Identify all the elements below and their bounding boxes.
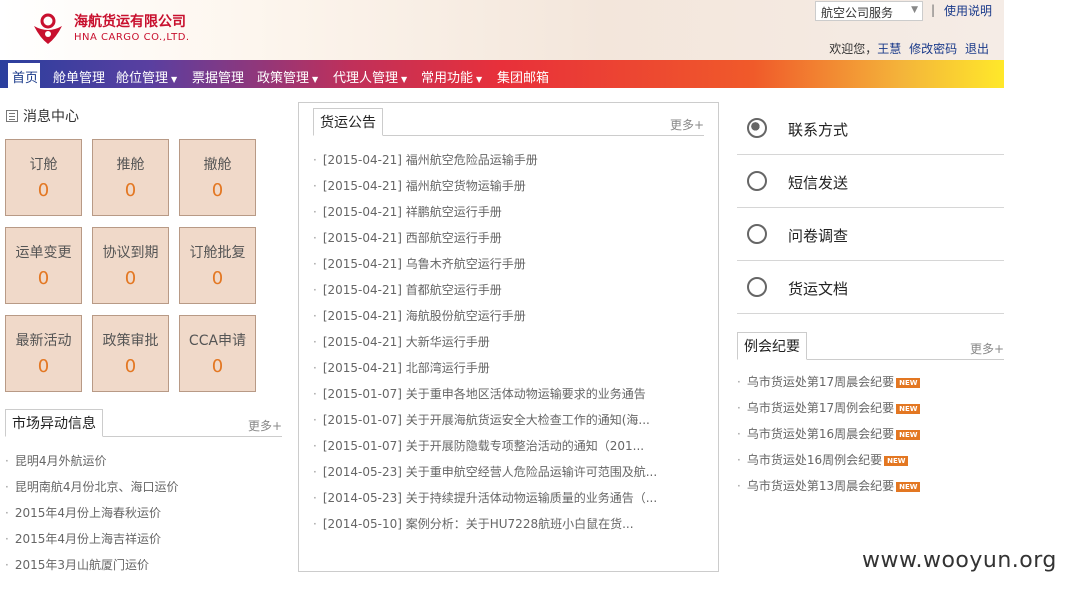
message-center-title: 消息中心 [6, 106, 79, 126]
header: 海航货运有限公司 HNA CARGO CO.,LTD. 航空公司服务 ▼ | 使… [0, 0, 1004, 60]
nav-policy[interactable]: 政策管理 ▼ [257, 67, 318, 86]
list-item[interactable]: · 2015年4月份上海春秋运价 [5, 500, 282, 526]
tile-cancel[interactable]: 撤舱 0 [179, 139, 256, 216]
list-item[interactable]: · 昆明南航4月份北京、海口运价 [5, 474, 282, 500]
service-select[interactable]: 航空公司服务 ▼ [815, 1, 923, 21]
arrow-circle-icon [747, 224, 767, 244]
new-badge: NEW [896, 430, 921, 440]
announcement-header: 货运公告 更多+ [313, 108, 704, 136]
arrow-circle-icon [747, 277, 767, 297]
meetings-header: 例会纪要 更多+ [737, 332, 1004, 360]
nav-mail[interactable]: 集团邮箱 [497, 67, 549, 86]
list-item[interactable]: · 乌市货运处16周例会纪要 NEW [737, 447, 1004, 473]
list-item[interactable]: · 昆明4月外航运价 [5, 448, 282, 474]
list-item[interactable]: · 乌市货运处第17周例会纪要 NEW [737, 395, 1004, 421]
main-nav: 首页 舱单管理 舱位管理 ▼ 票据管理 政策管理 ▼ 代理人管理 ▼ 常用功能 ▼ 集团… [0, 60, 1004, 88]
tile-booking-approval[interactable]: 订舱批复 0 [179, 227, 256, 304]
tile-waybill-change[interactable]: 运单变更 0 [5, 227, 82, 304]
caret-down-icon: ▼ [476, 75, 483, 84]
new-badge: NEW [896, 482, 921, 492]
list-item[interactable]: · [2015-04-21] 西部航空运行手册 [313, 225, 711, 251]
change-password-link[interactable]: 修改密码 [909, 42, 957, 56]
nav-manifest[interactable]: 舱单管理 [53, 67, 105, 86]
survey-link[interactable]: 问卷调查 [737, 208, 1004, 261]
list-item[interactable]: · [2014-05-10] 案例分析：关于HU7228航班小白鼠在货... [313, 511, 711, 537]
new-badge: NEW [896, 378, 921, 388]
list-item[interactable]: · 乌市货运处第17周晨会纪要 NEW [737, 369, 1004, 395]
logo-cn-text: 海航货运有限公司 [74, 14, 186, 30]
tile-push[interactable]: 推舱 0 [92, 139, 169, 216]
chevron-down-icon: ▼ [911, 5, 918, 15]
tab-announcements[interactable]: 货运公告 [313, 108, 383, 136]
logo-en-text: HNA CARGO CO.,LTD. [74, 32, 190, 43]
tab-meetings[interactable]: 例会纪要 [737, 332, 807, 360]
market-more-link[interactable]: 更多+ [248, 417, 282, 434]
caret-down-icon: ▼ [171, 75, 178, 84]
username-link[interactable]: 王慧 [877, 42, 901, 56]
sms-send-link[interactable]: 短信发送 [737, 155, 1004, 208]
list-item[interactable]: · [2014-05-23] 关于持续提升活体动物运输质量的业务通告（... [313, 485, 711, 511]
list-icon [6, 110, 18, 122]
tile-policy-approval[interactable]: 政策审批 0 [92, 315, 169, 392]
list-item[interactable]: · [2014-05-23] 关于重申航空经营人危险品运输许可范围及航... [313, 459, 711, 485]
list-item[interactable]: · [2015-04-21] 乌鲁木齐航空运行手册 [313, 251, 711, 277]
list-item[interactable]: · [2015-04-21] 北部湾运行手册 [313, 355, 711, 381]
list-item[interactable]: · 乌市货运处第16周晨会纪要 NEW [737, 421, 1004, 447]
watermark: www.wooyun.org [862, 548, 1057, 573]
divider: | [931, 3, 936, 17]
cargo-docs-link[interactable]: 货运文档 [737, 261, 1004, 314]
globe-icon [747, 118, 767, 138]
welcome-bar: 欢迎您，王慧 修改密码 退出 [825, 40, 989, 57]
tile-agreement-expiry[interactable]: 协议到期 0 [92, 227, 169, 304]
user-chat-icon [747, 171, 767, 191]
tile-cca-request[interactable]: CCA申请 0 [179, 315, 256, 392]
meetings-list: · 乌市货运处第17周晨会纪要 NEW · 乌市货运处第17周例会纪要 NEW · 乌市货… [737, 369, 1004, 499]
list-item[interactable]: · [2015-01-07] 关于开展防隐载专项整治活动的通知（201... [313, 433, 711, 459]
announcement-list: · [2015-04-21] 福州航空危险品运输手册 · [2015-04-21] … [313, 147, 711, 537]
list-item[interactable]: · [2015-04-21] 首都航空运行手册 [313, 277, 711, 303]
list-item[interactable]: · [2015-04-21] 海航股份航空运行手册 [313, 303, 711, 329]
list-item[interactable]: · 乌市货运处第13周晨会纪要 NEW [737, 473, 1004, 499]
announcement-more-link[interactable]: 更多+ [670, 116, 704, 133]
hna-logo-icon [30, 12, 66, 46]
logout-link[interactable]: 退出 [965, 42, 989, 56]
tile-latest-activity[interactable]: 最新活动 0 [5, 315, 82, 392]
list-item[interactable]: · 2015年4月份上海吉祥运价 [5, 526, 282, 552]
welcome-text: 欢迎您， [829, 42, 878, 56]
caret-down-icon: ▼ [312, 75, 319, 84]
list-item[interactable]: · [2015-01-07] 关于重申各地区活体动物运输要求的业务通告 [313, 381, 711, 407]
nav-home[interactable]: 首页 [8, 63, 40, 88]
nav-agent[interactable]: 代理人管理 ▼ [333, 67, 407, 86]
list-item[interactable]: · 2015年3月山航厦门运价 [5, 552, 282, 578]
help-link[interactable]: 使用说明 [944, 2, 992, 19]
nav-ticket[interactable]: 票据管理 [192, 67, 244, 86]
list-item[interactable]: · [2015-04-21] 大新华运行手册 [313, 329, 711, 355]
list-item[interactable]: · [2015-01-07] 关于开展海航货运安全大检查工作的通知(海... [313, 407, 711, 433]
logo[interactable]: 海航货运有限公司 HNA CARGO CO.,LTD. [30, 12, 190, 46]
list-item[interactable]: · [2015-04-21] 福州航空货物运输手册 [313, 173, 711, 199]
nav-space[interactable]: 舱位管理 ▼ [116, 67, 177, 86]
nav-common[interactable]: 常用功能 ▼ [421, 67, 482, 86]
market-list: · 昆明4月外航运价 · 昆明南航4月份北京、海口运价 · 2015年4月份上海春秋运… [5, 448, 282, 578]
contact-info-link[interactable]: 联系方式 [737, 102, 1004, 155]
new-badge: NEW [896, 404, 921, 414]
new-badge: NEW [884, 456, 909, 466]
caret-down-icon: ▼ [401, 75, 408, 84]
list-item[interactable]: · [2015-04-21] 福州航空危险品运输手册 [313, 147, 711, 173]
service-select-value: 航空公司服务 [821, 6, 894, 20]
market-header: 市场异动信息 更多+ [5, 409, 282, 437]
tile-booking[interactable]: 订舱 0 [5, 139, 82, 216]
tab-market[interactable]: 市场异动信息 [5, 409, 103, 437]
list-item[interactable]: · [2015-04-21] 祥鹏航空运行手册 [313, 199, 711, 225]
meetings-more-link[interactable]: 更多+ [970, 340, 1004, 357]
